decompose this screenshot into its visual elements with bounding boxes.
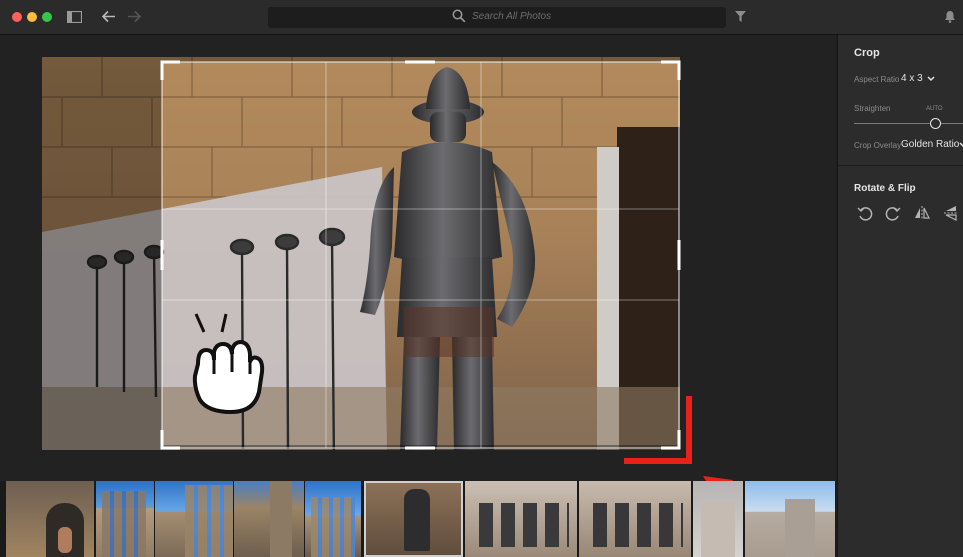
filmstrip — [0, 481, 836, 557]
thumbnail[interactable] — [6, 481, 94, 557]
thumbnail-content — [102, 491, 146, 557]
thumbnail-content — [593, 503, 683, 547]
aspect-ratio-value: 4 x 3 — [901, 73, 923, 84]
straighten-slider[interactable] — [854, 118, 963, 129]
thumbnail-content — [404, 489, 430, 551]
thumbnail[interactable] — [96, 481, 154, 557]
thumbnail-content — [701, 501, 735, 557]
aspect-ratio-label: Aspect Ratio — [854, 75, 900, 84]
thumbnail[interactable] — [234, 481, 304, 557]
rotate-right-icon[interactable] — [885, 205, 901, 221]
thumbnail[interactable] — [305, 481, 361, 557]
chevron-down-icon — [959, 142, 963, 148]
thumbnail[interactable] — [693, 481, 743, 557]
crop-overlay-dropdown[interactable]: Golden Ratio — [901, 139, 963, 153]
thumbnail-content — [785, 499, 815, 557]
thumbnail-content — [58, 527, 72, 553]
thumbnail-content — [185, 485, 233, 557]
slider-thumb[interactable] — [930, 118, 941, 129]
thumbnail[interactable] — [465, 481, 577, 557]
thumbnail-content — [311, 497, 355, 557]
thumbnail[interactable] — [579, 481, 691, 557]
rotate-left-icon[interactable] — [857, 205, 873, 221]
hand-grab-icon — [192, 313, 265, 415]
aspect-ratio-dropdown[interactable]: 4 x 3 — [901, 73, 941, 87]
edit-panel: Crop Aspect Ratio 4 x 3 Straighten AUTO … — [837, 35, 963, 557]
section-divider — [838, 165, 963, 166]
flip-vertical-icon[interactable] — [943, 205, 959, 221]
thumbnail-content — [479, 503, 569, 547]
crop-overlay-value: Golden Ratio — [901, 139, 960, 150]
straighten-label: Straighten — [854, 104, 891, 113]
flip-horizontal-icon[interactable] — [914, 205, 930, 221]
chevron-down-icon — [927, 76, 935, 82]
slider-track — [854, 123, 963, 124]
crop-section-title: Crop — [854, 47, 880, 59]
straighten-auto-button[interactable]: AUTO — [926, 106, 943, 112]
crop-overlay-label: Crop Overlay — [854, 141, 902, 150]
thumbnail-selected[interactable] — [364, 481, 463, 557]
thumbnail[interactable] — [155, 481, 233, 557]
red-drag-arrow-icon — [703, 476, 822, 552]
thumbnail[interactable] — [745, 481, 835, 557]
rotate-flip-section-title: Rotate & Flip — [854, 183, 916, 194]
thumbnail-content — [270, 481, 292, 557]
